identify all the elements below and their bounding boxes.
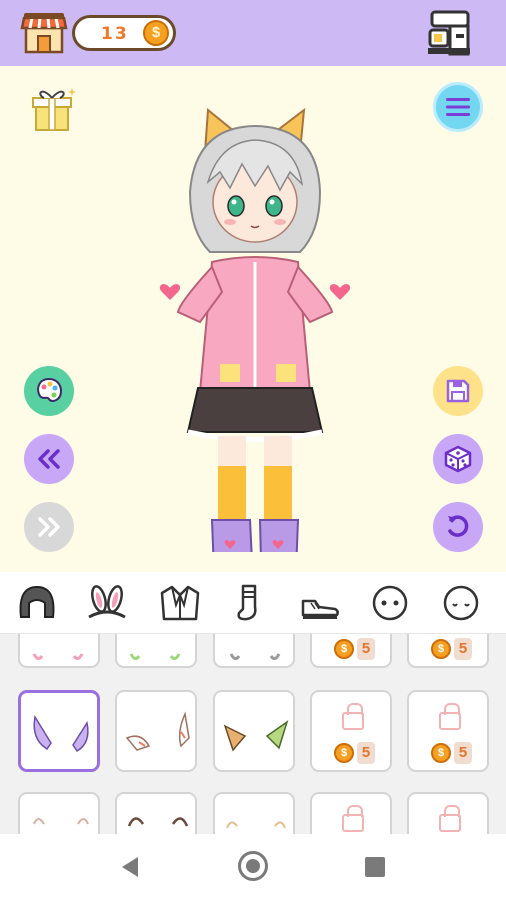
coin-balance: 13 $ [72,15,176,51]
tab-head[interactable] [438,580,484,626]
coin-icon: $ [334,743,354,763]
head-icon [443,585,479,621]
hamburger-menu-icon [446,98,470,116]
tab-socks[interactable] [226,580,272,626]
coin-icon: $ [143,20,169,46]
back-icon[interactable] [122,857,138,877]
double-chevron-left-icon [38,449,60,469]
tab-jacket[interactable] [157,580,203,626]
tab-face[interactable] [367,580,413,626]
item-cell[interactable] [115,634,197,668]
gift-button[interactable] [28,84,78,134]
item-cell-locked[interactable]: $ 5 [407,690,489,772]
previous-button[interactable] [24,434,74,484]
item-price: $ 5 [334,742,375,764]
item-cell-locked[interactable] [310,792,392,834]
item-price: $ 5 [334,638,375,660]
shop-button[interactable] [20,10,68,56]
jacket-icon [160,585,200,621]
dice-icon [444,445,472,473]
item-cell[interactable] [213,792,295,834]
item-cell[interactable] [18,634,100,668]
recent-apps-icon[interactable] [365,857,385,877]
coin-icon: $ [431,743,451,763]
item-cell-locked[interactable]: $ 5 [310,690,392,772]
cafe-button[interactable] [424,10,476,56]
palette-icon [37,377,63,402]
bunny-ears-icon [88,585,126,619]
lock-icon [342,805,364,832]
home-icon[interactable] [238,851,268,881]
next-button[interactable] [24,502,74,552]
tab-ears[interactable] [84,580,130,626]
character-preview [159,107,351,552]
item-price: $ 5 [431,638,472,660]
shop-awning-icon [20,13,68,54]
item-cell[interactable] [115,690,197,772]
random-button[interactable] [433,434,483,484]
palette-button[interactable] [24,366,74,416]
undo-icon [448,515,469,537]
lock-icon [342,703,364,730]
top-bar: 13 $ [0,0,506,66]
item-cell-locked[interactable]: $ 5 [310,634,392,668]
coin-icon: $ [334,639,354,659]
double-chevron-right-icon [38,517,60,537]
item-cell[interactable] [115,792,197,834]
menu-button[interactable] [433,82,483,132]
item-cell[interactable] [213,690,295,772]
sock-icon [237,584,257,621]
category-tabs [0,572,506,634]
item-cell-locked[interactable] [407,792,489,834]
floppy-save-icon [446,379,470,403]
item-cell-selected[interactable] [18,690,100,772]
gift-box-icon [32,88,76,131]
tab-shoes[interactable] [296,580,342,626]
lock-icon [439,703,461,730]
system-nav-bar [0,834,506,900]
coin-icon: $ [431,639,451,659]
undo-button[interactable] [433,502,483,552]
coffee-machine-icon [428,10,470,56]
face-icon [372,585,408,621]
item-cell-locked[interactable]: $ 5 [407,634,489,668]
hair-icon [19,585,55,618]
item-cell[interactable] [213,634,295,668]
item-grid: $ 5 $ 5 $ 5 $ 5 [0,634,506,834]
coin-count: 13 [101,24,129,44]
lock-icon [439,805,461,832]
character-stage [0,66,506,572]
save-button[interactable] [433,366,483,416]
item-price: $ 5 [431,742,472,764]
tab-hair[interactable] [14,580,60,626]
shoe-icon [301,599,339,619]
item-cell[interactable] [18,792,100,834]
